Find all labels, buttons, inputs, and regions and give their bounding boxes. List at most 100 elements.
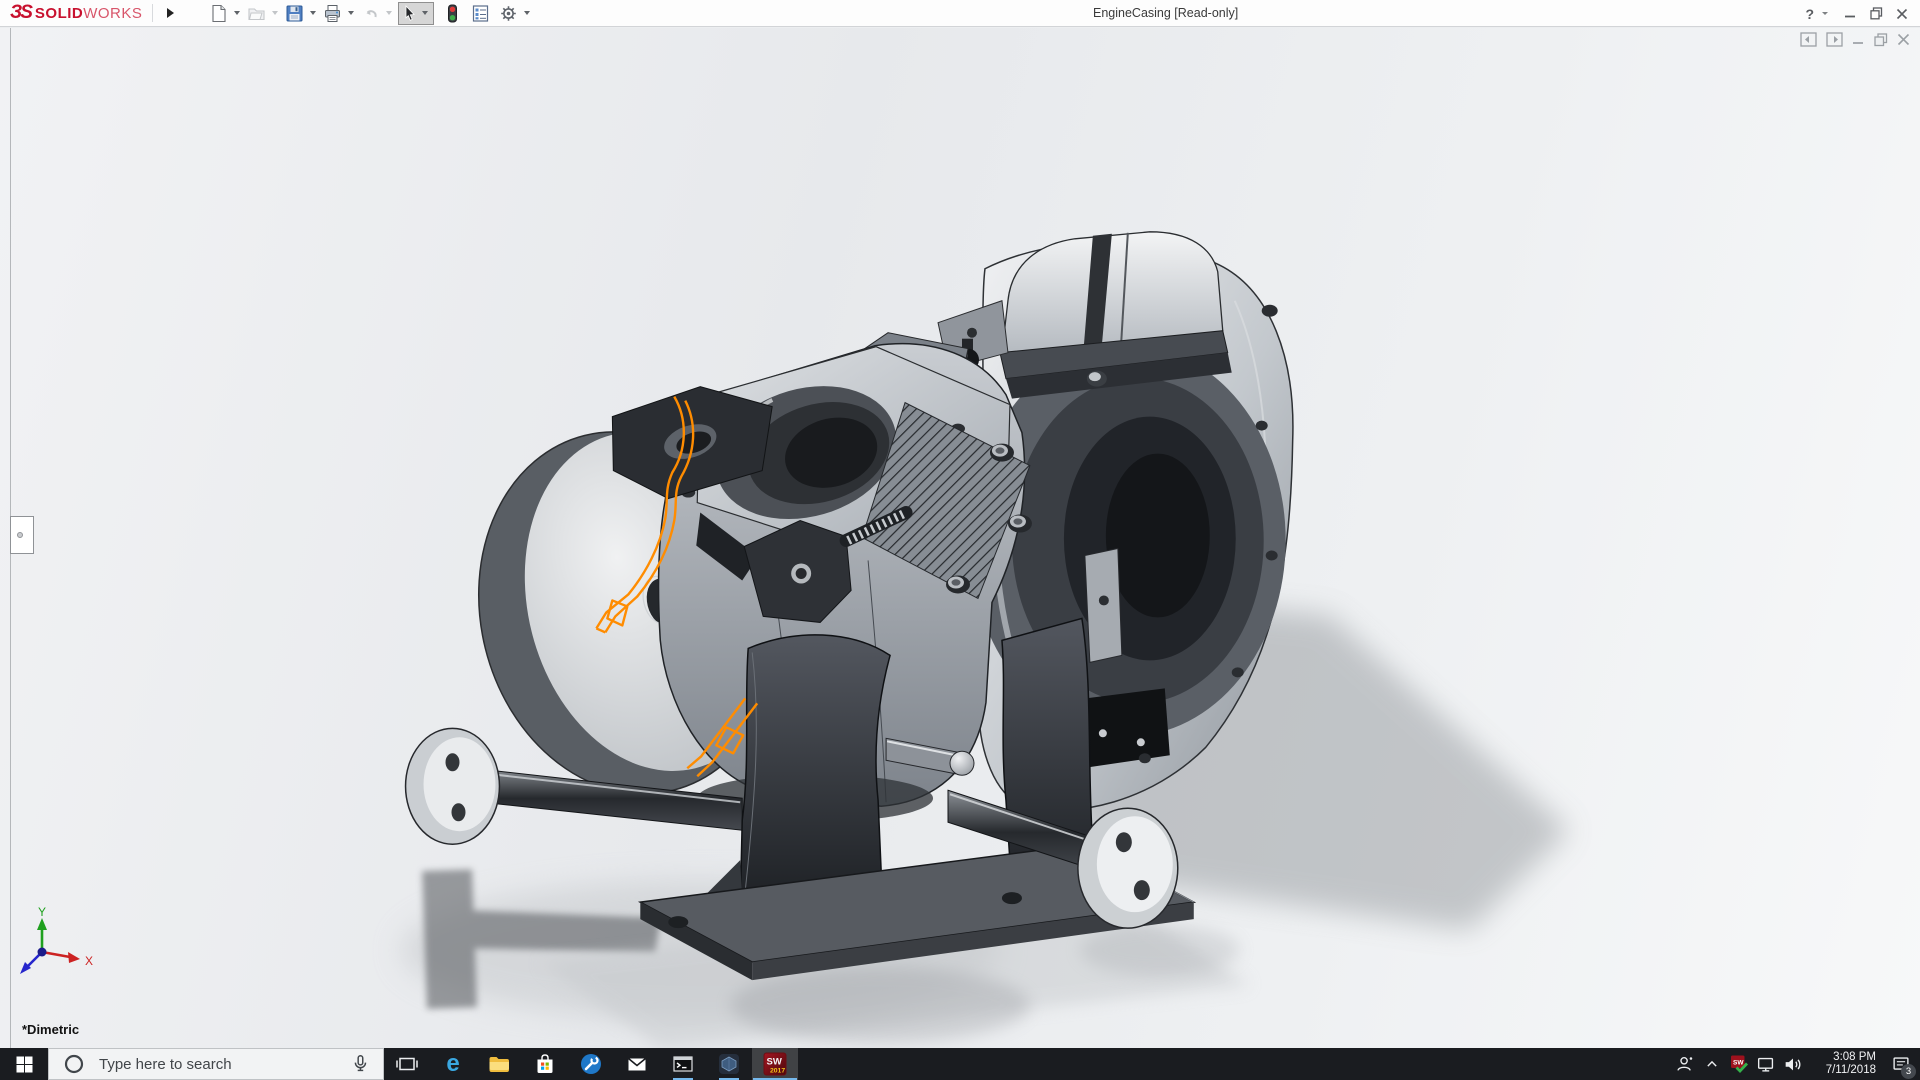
solidworks-window: ЗS SOLID WORKS EngineCasing [Read-only] …	[0, 0, 1920, 1080]
svg-text:2017: 2017	[770, 1068, 785, 1075]
toolbar-separator	[152, 4, 154, 22]
edge-button[interactable]: e	[430, 1048, 476, 1080]
search-input[interactable]: Type here to search	[48, 1048, 384, 1080]
edge-icon: e	[446, 1050, 460, 1077]
save-icon	[286, 5, 303, 21]
file-explorer-button[interactable]	[476, 1048, 522, 1080]
open-dropdown[interactable]	[272, 11, 279, 15]
solidworks-logo: ЗS SOLID WORKS	[10, 2, 142, 24]
x-axis-arrow	[68, 952, 80, 963]
clock-time: 3:08 PM	[1833, 1051, 1876, 1063]
mail-button[interactable]	[614, 1048, 660, 1080]
clock-date: 7/11/2018	[1825, 1064, 1876, 1076]
microphone-icon[interactable]	[349, 1053, 371, 1075]
solidworks-logo-works: WORKS	[83, 5, 143, 22]
task-view-button[interactable]	[384, 1048, 430, 1080]
undo-icon	[366, 9, 377, 17]
help-dropdown[interactable]	[1822, 12, 1828, 15]
network-tray-button[interactable]	[1752, 1048, 1779, 1080]
undo-dropdown[interactable]	[386, 11, 393, 15]
window-close-button[interactable]	[1892, 4, 1912, 24]
help-button[interactable]: ?	[1805, 6, 1814, 22]
windows-taskbar: Type here to search e SW 2017 SW 3:08 PM…	[0, 1048, 1920, 1080]
restore-icon	[1869, 7, 1882, 20]
new-document-icon	[212, 4, 226, 22]
document-close-button[interactable]	[1897, 33, 1910, 46]
modeling-app-icon	[719, 1054, 739, 1074]
rebuild-button[interactable]	[442, 1, 463, 25]
quick-access-toolbar	[208, 1, 534, 25]
document-restore-button[interactable]	[1874, 32, 1888, 47]
file-properties-button[interactable]	[470, 1, 491, 25]
minimize-icon	[1845, 15, 1855, 17]
microsoft-store-button[interactable]	[522, 1048, 568, 1080]
people-tray-button[interactable]	[1671, 1048, 1698, 1080]
triad-origin	[37, 947, 47, 957]
task-view-icon	[396, 1057, 418, 1071]
system-tray: SW 3:08 PM 7/11/2018 3	[1671, 1048, 1920, 1080]
document-window-controls	[1800, 32, 1910, 47]
command-prompt-icon	[673, 1056, 693, 1072]
engine-casing-model[interactable]	[0, 28, 1920, 1048]
save-dropdown[interactable]	[310, 11, 317, 15]
reference-triad: Y X	[20, 905, 93, 974]
close-icon	[1896, 8, 1908, 19]
select-tool-pressed[interactable]	[398, 1, 435, 25]
window-minimize-button[interactable]	[1840, 4, 1860, 24]
tray-overflow-button[interactable]	[1698, 1048, 1725, 1080]
solidworks-check-tray-icon: SW	[1730, 1055, 1748, 1074]
graphics-viewport[interactable]: Y X *Dimetric	[0, 28, 1920, 1048]
menu-expand-arrow-icon[interactable]	[167, 8, 175, 18]
triad-x-label: X	[85, 954, 93, 968]
network-icon	[1757, 1057, 1773, 1072]
select-dropdown[interactable]	[422, 11, 429, 15]
start-button[interactable]	[0, 1048, 48, 1080]
file-explorer-icon	[489, 1057, 509, 1072]
select-cursor-icon	[406, 4, 416, 21]
pane-right-button[interactable]	[1826, 32, 1843, 47]
print-icon	[325, 4, 341, 22]
rebuild-traffic-light-icon	[448, 4, 458, 22]
wrench-circle-icon	[581, 1054, 601, 1074]
solidworks-taskbar-button[interactable]: SW 2017	[752, 1048, 798, 1080]
window-restore-button[interactable]	[1866, 4, 1886, 24]
pane-left-button[interactable]	[1800, 32, 1817, 47]
options-gear-icon	[501, 5, 517, 21]
save-button[interactable]	[284, 1, 305, 25]
action-center-button[interactable]: 3	[1884, 1048, 1918, 1080]
microsoft-store-icon	[537, 1054, 553, 1073]
taskbar-clock[interactable]: 3:08 PM 7/11/2018	[1812, 1051, 1876, 1077]
solidworks-tray-button[interactable]: SW	[1725, 1048, 1752, 1080]
volume-tray-button[interactable]	[1779, 1048, 1806, 1080]
print-button[interactable]	[322, 1, 343, 25]
document-minimize-button[interactable]	[1852, 33, 1865, 46]
print-dropdown[interactable]	[348, 11, 355, 15]
triad-y-label: Y	[38, 905, 46, 919]
open-icon	[248, 7, 265, 20]
new-document-dropdown[interactable]	[234, 11, 241, 15]
search-placeholder: Type here to search	[99, 1055, 232, 1073]
options-dropdown[interactable]	[524, 11, 531, 15]
solidworks-logo-mark: ЗS	[10, 2, 33, 23]
open-button[interactable]	[246, 1, 267, 25]
people-icon	[1676, 1056, 1692, 1071]
settings-tool-button[interactable]	[568, 1048, 614, 1080]
view-orientation-label: *Dimetric	[22, 1022, 80, 1037]
new-document-button[interactable]	[208, 1, 229, 25]
solidworks-2017-icon: SW 2017	[763, 1052, 787, 1076]
undo-button[interactable]	[360, 1, 381, 25]
notification-count-badge: 3	[1901, 1064, 1916, 1079]
chevron-up-icon	[1706, 1060, 1717, 1067]
svg-text:SW: SW	[767, 1057, 782, 1068]
svg-text:SW: SW	[1733, 1060, 1744, 1067]
options-button[interactable]	[498, 1, 519, 25]
windows-logo-icon	[16, 1056, 32, 1072]
command-prompt-button[interactable]	[660, 1048, 706, 1080]
modeling-app-button[interactable]	[706, 1048, 752, 1080]
document-title: EngineCasing [Read-only]	[1093, 6, 1239, 20]
title-bar: ЗS SOLID WORKS EngineCasing [Read-only] …	[0, 0, 1920, 27]
y-axis-arrow	[37, 918, 47, 930]
cortana-icon	[64, 1054, 84, 1074]
speaker-icon	[1785, 1058, 1800, 1071]
mail-icon	[627, 1057, 647, 1071]
